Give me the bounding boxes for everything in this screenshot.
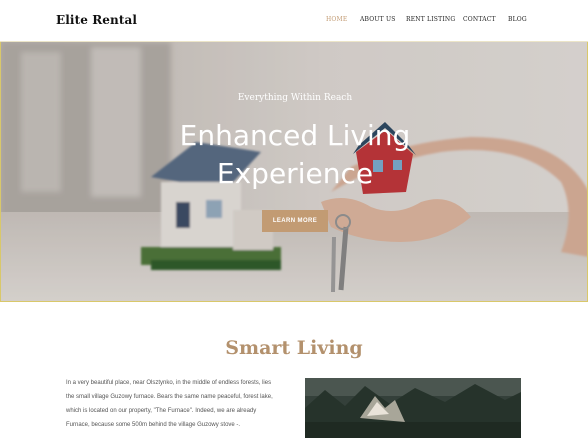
- learn-more-button[interactable]: LEARN MORE: [262, 210, 328, 232]
- hero-title: Enhanced Living Experience: [1, 117, 587, 193]
- nav-home[interactable]: HOME: [326, 16, 347, 23]
- hero-kicker: Everything Within Reach: [237, 93, 353, 103]
- forest-photo-image: [305, 378, 521, 438]
- paragraph-line: which is located on our property, "The F…: [66, 408, 257, 414]
- hero-title-line-1: Enhanced Living: [179, 119, 411, 152]
- forest-photo: [305, 378, 521, 438]
- paragraph-line: In a very beautiful place, near Olsztynk…: [66, 380, 272, 386]
- nav-rent-listing[interactable]: RENT LISTING: [406, 16, 455, 23]
- nav-blog[interactable]: BLOG: [508, 16, 527, 23]
- section-paragraph: In a very beautiful place, near Olsztynk…: [66, 376, 288, 432]
- site-header: Elite Rental HOME ABOUT US RENT LISTING …: [0, 0, 588, 42]
- nav-contact[interactable]: CONTACT: [463, 16, 496, 23]
- hero-title-line-2: Experience: [216, 157, 374, 190]
- section-title: Smart Living: [225, 337, 363, 359]
- paragraph-line: Furnace, because some 500m behind the vi…: [66, 422, 241, 428]
- paragraph-line: the small village Guzowy furnace. Bears …: [66, 394, 273, 400]
- nav-about-us[interactable]: ABOUT US: [360, 16, 396, 23]
- main-nav: HOME ABOUT US RENT LISTING CONTACT BLOG: [0, 16, 588, 26]
- hero-banner: Everything Within Reach Enhanced Living …: [0, 42, 588, 302]
